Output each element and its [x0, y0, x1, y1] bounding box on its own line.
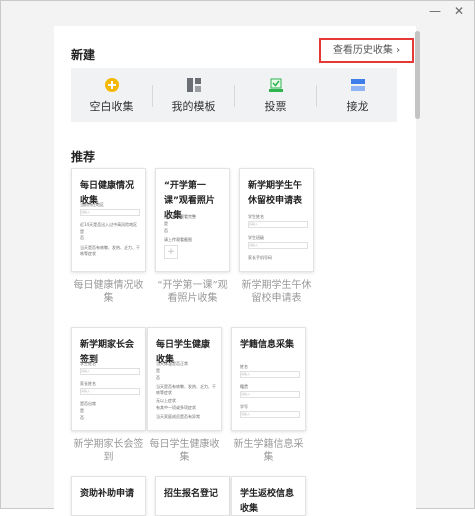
card-input-preview: 请输入: [240, 411, 300, 418]
card-title: 新学期学生午休留校申请表: [248, 181, 303, 206]
template-caption: 新学期家长会签到: [73, 439, 144, 463]
quick-action-vote[interactable]: 投票: [235, 68, 316, 122]
card-input-preview: 请输入: [80, 368, 140, 375]
quick-action-templates[interactable]: 我的模板: [153, 68, 234, 122]
new-section-title: 新建: [71, 48, 96, 62]
card-input-preview: 请输入: [80, 388, 140, 395]
card-question: 孩子是否观看完整: [164, 214, 196, 219]
card-question: 当天家庭成员是否有异常: [156, 414, 200, 419]
card-question: 当天是否有咳嗽、发热、乏力、干咳等症状: [80, 245, 140, 256]
card-question: 近14天是否出入过中高风险地区: [80, 222, 138, 227]
card-option: 否: [164, 228, 168, 233]
card-question: 姓名: [240, 364, 248, 369]
template-card-daily-health[interactable]: 每日健康情况收集 当前所在地区 请输入 近14天是否出入过中高风险地区 是 否 …: [71, 168, 146, 272]
card-title: 资助补助申请: [80, 489, 135, 499]
upload-plus-icon: +: [164, 245, 178, 259]
template-grid-icon: [187, 78, 201, 92]
card-option: 否: [80, 235, 84, 240]
app-window: — ✕ 新建 查看历史收集 › 空白收集 我的模板 投票 接龙 推荐 每日健康情…: [0, 0, 475, 516]
card-option: 是: [80, 408, 84, 413]
card-input-preview: 请输入: [240, 371, 300, 378]
template-card-parent-meeting[interactable]: 新学期家长会签到 学生姓名 请输入 家长姓名 请输入 是否出席 是 否: [71, 327, 146, 431]
quick-action-relay[interactable]: 接龙: [317, 68, 398, 122]
template-card-noon-stay[interactable]: 新学期学生午休留校申请表 学生姓名 请输入 学生班级 请输入 家长手机号码: [239, 168, 314, 272]
card-question: 当天是否有咳嗽、发热、乏力、干咳等症状: [156, 384, 216, 395]
vote-check-icon: [269, 78, 283, 92]
card-question: 学号: [240, 404, 248, 409]
template-card-student-health[interactable]: 每日学生健康收集 当天体温是否正常 是 否 当天是否有咳嗽、发热、乏力、干咳等症…: [147, 327, 222, 431]
card-input-preview: 请输入: [248, 221, 308, 228]
card-title: 学生返校信息收集: [240, 489, 295, 514]
minimize-icon[interactable]: —: [428, 4, 442, 18]
card-question: 学生姓名: [80, 361, 96, 366]
quick-action-blank[interactable]: 空白收集: [71, 68, 152, 122]
add-circle-icon: [105, 78, 119, 92]
quick-action-label: 空白收集: [89, 100, 134, 113]
close-icon[interactable]: ✕: [452, 4, 466, 18]
template-caption: 新学期学生午休留校申请表: [241, 280, 312, 304]
scrollbar-thumb[interactable]: [415, 31, 420, 119]
card-option: 无以上症状: [156, 398, 176, 403]
quick-action-label: 投票: [264, 100, 287, 113]
template-caption: 新生学籍信息采集: [233, 439, 304, 463]
template-card-enrollment[interactable]: 招生报名登记: [155, 476, 230, 516]
relay-list-icon: [351, 79, 365, 91]
template-card-first-lesson[interactable]: “开学第一课”观看照片收集 孩子是否观看完整 是 否 请上传观看截图 +: [155, 168, 230, 272]
quick-actions-bar: 空白收集 我的模板 投票 接龙: [71, 68, 397, 122]
card-question: 学生姓名: [248, 214, 264, 219]
card-title: 招生报名登记: [164, 489, 219, 499]
template-caption: 每日学生健康收集: [149, 439, 220, 463]
template-caption: 每日健康情况收集: [73, 280, 144, 304]
template-card-return-school[interactable]: 学生返校信息收集: [231, 476, 306, 516]
template-card-subsidy[interactable]: 资助补助申请: [71, 476, 146, 516]
template-caption: “开学第一课”观看照片收集: [157, 280, 228, 304]
card-title: 学籍信息采集: [240, 340, 295, 350]
card-option: 否: [80, 415, 84, 420]
card-option: 是: [164, 221, 168, 226]
card-option: 有其中一项或多项症状: [156, 405, 196, 410]
card-question: 家长手机号码: [248, 255, 272, 260]
recommend-section-title: 推荐: [71, 150, 96, 164]
card-input-preview: 请输入: [80, 209, 140, 216]
view-history-link[interactable]: 查看历史收集 ›: [319, 38, 414, 63]
card-question: 当天体温是否正常: [156, 361, 188, 366]
card-question: 当前所在地区: [80, 202, 104, 207]
quick-action-label: 我的模板: [171, 100, 216, 113]
card-option: 否: [156, 375, 160, 380]
quick-action-label: 接龙: [346, 100, 369, 113]
card-input-preview: 请输入: [248, 242, 308, 249]
card-question: 籍贯: [240, 384, 248, 389]
template-card-student-records[interactable]: 学籍信息采集 姓名 请输入 籍贯 请输入 学号 请输入: [231, 327, 306, 431]
card-option: 是: [156, 368, 160, 373]
card-input-preview: 请输入: [240, 391, 300, 398]
card-question: 家长姓名: [80, 381, 96, 386]
card-question: 是否出席: [80, 401, 96, 406]
card-question: 学生班级: [248, 235, 264, 240]
card-question: 请上传观看截图: [164, 237, 192, 242]
title-bar: — ✕: [1, 1, 474, 23]
